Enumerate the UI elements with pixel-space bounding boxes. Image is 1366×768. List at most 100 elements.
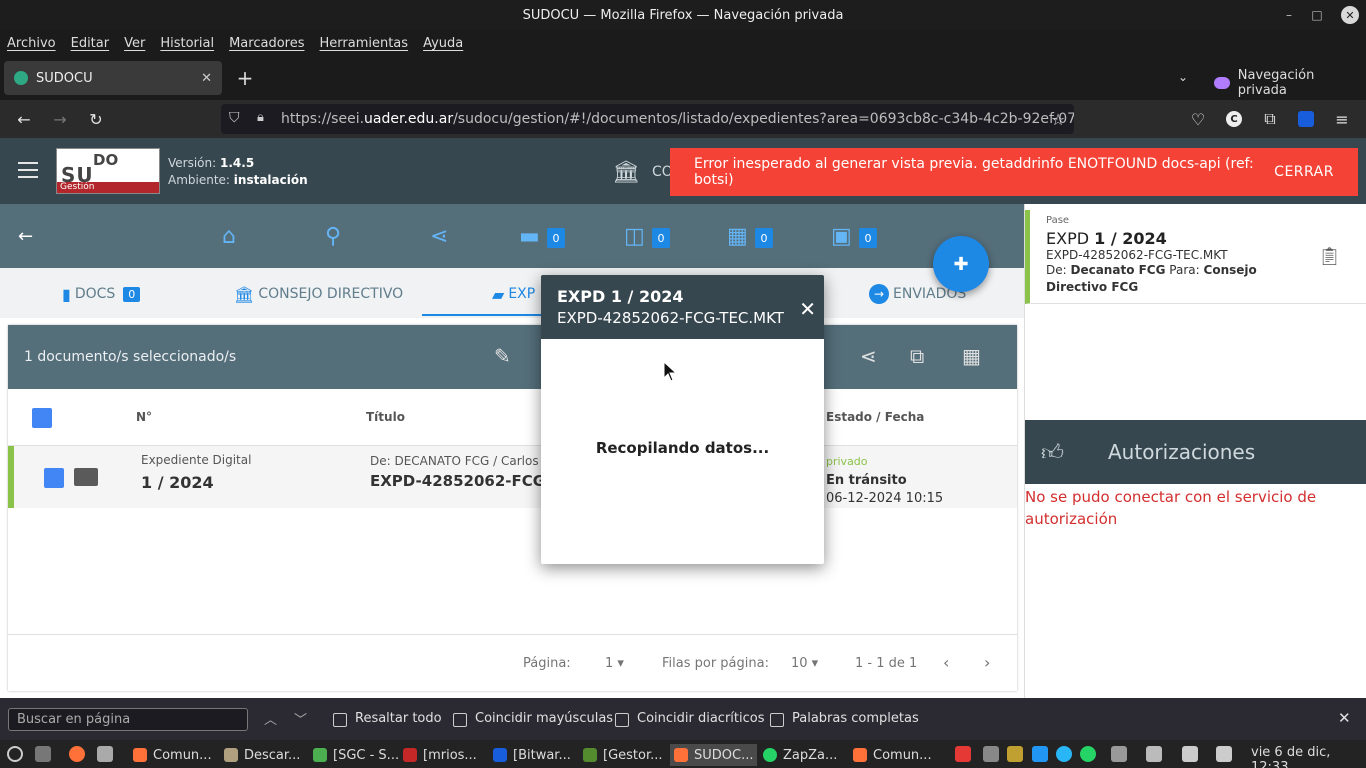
- show-desktop-icon[interactable]: [35, 746, 51, 762]
- menu-ver[interactable]: Ver: [124, 36, 145, 51]
- taskbar-item-descargas[interactable]: Descar...: [224, 744, 300, 766]
- menu-herramientas[interactable]: Herramientas: [320, 36, 409, 51]
- reload-icon[interactable]: ↻: [84, 107, 108, 131]
- taskbar-item-comun-1[interactable]: Comun...: [133, 744, 212, 766]
- search-icon[interactable]: ⚲: [325, 224, 341, 249]
- files-icon[interactable]: [97, 746, 113, 762]
- taskbar-item-sgc[interactable]: [SGC - S...: [313, 744, 399, 766]
- bookmark-star-icon[interactable]: ☆: [1046, 107, 1070, 131]
- menu-ayuda[interactable]: Ayuda: [423, 36, 463, 51]
- clipboard-tray-icon[interactable]: [1111, 746, 1127, 762]
- taskbar-item-bitwarden[interactable]: [Bitwar...: [493, 744, 571, 766]
- edit-icon[interactable]: ✎: [494, 344, 511, 368]
- share-icon[interactable]: ⋖: [860, 344, 877, 368]
- toast-close-button[interactable]: CERRAR: [1274, 164, 1334, 180]
- match-case-label[interactable]: Coincidir mayúsculas: [475, 711, 613, 726]
- close-tab-icon[interactable]: ✕: [201, 71, 212, 86]
- highlight-all-label[interactable]: Resaltar todo: [355, 711, 442, 726]
- table-row[interactable]: Expediente Digital 1 / 2024 De: DECANATO…: [8, 446, 1017, 508]
- boxes-icon[interactable]: ▦: [962, 344, 981, 368]
- match-case-checkbox[interactable]: [453, 713, 467, 727]
- pase-route: De: Decanato FCG Para: Consejo Directivo…: [1046, 262, 1266, 296]
- maximize-button[interactable]: □: [1304, 0, 1330, 30]
- rows-value: 10: [791, 656, 808, 671]
- firefox-icon[interactable]: [69, 746, 85, 762]
- forward-arrow-icon[interactable]: →: [48, 107, 72, 131]
- menu-marcadores[interactable]: Marcadores: [229, 36, 304, 51]
- match-diacritics-label[interactable]: Coincidir diacríticos: [637, 711, 765, 726]
- calendar-icon[interactable]: [1032, 746, 1048, 762]
- pocket-icon[interactable]: ♡: [1186, 107, 1210, 131]
- archive-icon[interactable]: ▬: [519, 224, 540, 249]
- sync-icon[interactable]: [1056, 746, 1072, 762]
- taskbar-item-comun-2[interactable]: Comun...: [853, 744, 932, 766]
- active-tab-indicator: [422, 314, 560, 316]
- menu-historial[interactable]: Historial: [160, 36, 214, 51]
- monitor-icon[interactable]: [1007, 746, 1023, 762]
- browser-tab-sudocu[interactable]: SUDOCU ✕: [4, 61, 222, 95]
- taskbar-item-gestor[interactable]: [Gestor...: [583, 744, 663, 766]
- back-arrow-icon[interactable]: ←: [12, 107, 36, 131]
- taskbar-item-zapzap[interactable]: ZapZa...: [763, 744, 837, 766]
- find-previous-icon[interactable]: ︿: [264, 709, 277, 728]
- error-message: Error inesperado al generar vista previa…: [694, 156, 1254, 188]
- row-code[interactable]: EXPD-42852062-FCG-T: [370, 472, 559, 490]
- bluetooth-icon[interactable]: [983, 746, 999, 762]
- menu-editar[interactable]: Editar: [71, 36, 110, 51]
- share-icon[interactable]: ⋖: [430, 224, 448, 249]
- tab-list-chevron-icon[interactable]: ⌄: [1178, 70, 1188, 84]
- tab-docs[interactable]: ▮ DOCS 0: [62, 282, 141, 306]
- next-page-icon[interactable]: ›: [984, 653, 990, 672]
- boxes-icon[interactable]: ▦: [727, 224, 748, 249]
- clock[interactable]: vie 6 de dic, 12:33: [1251, 745, 1366, 768]
- extension-c-icon[interactable]: C: [1222, 107, 1246, 131]
- close-window-button[interactable]: ✕: [1341, 6, 1359, 24]
- new-document-fab-button[interactable]: ✚: [933, 236, 989, 292]
- version-info: Versión: 1.4.5 Ambiente: instalación: [168, 155, 308, 189]
- app-menu-icon[interactable]: ≡: [1330, 107, 1354, 131]
- hamburger-menu-icon[interactable]: [18, 162, 38, 178]
- page-select[interactable]: 1 ▾: [605, 656, 624, 671]
- highlight-all-checkbox[interactable]: [333, 713, 347, 727]
- system-menu-icon[interactable]: [7, 746, 23, 762]
- shield-tray-icon[interactable]: [1146, 746, 1162, 762]
- archive-count-badge: 0: [547, 228, 565, 248]
- url-bar[interactable]: ⛉ 🔒︎ https://seei. uader.edu.ar/sudocu/ge…: [221, 104, 1074, 134]
- workflow-icon[interactable]: ⧉: [910, 344, 924, 368]
- open-box-icon[interactable]: ◫: [624, 224, 645, 249]
- tab-expedientes[interactable]: ▰ EXP: [492, 282, 535, 306]
- package-icon[interactable]: ▣: [831, 224, 852, 249]
- open-box-count-badge: 0: [652, 228, 670, 248]
- shield-icon[interactable]: ⛉: [229, 110, 240, 126]
- volume-icon[interactable]: [1216, 746, 1232, 762]
- whole-words-label[interactable]: Palabras completas: [792, 711, 919, 726]
- minimize-button[interactable]: –: [1276, 0, 1302, 30]
- find-bar: Buscar en página ︿ ﹀ Resaltar todo Coinc…: [0, 698, 1366, 740]
- lock-icon[interactable]: 🔒︎: [257, 110, 264, 125]
- whatsapp-tray-icon[interactable]: [1080, 746, 1096, 762]
- back-arrow-icon[interactable]: ←: [18, 226, 33, 247]
- select-all-checkbox[interactable]: [32, 408, 52, 428]
- modal-close-icon[interactable]: ✕: [799, 297, 816, 321]
- anydesk-icon[interactable]: [955, 746, 971, 762]
- find-next-icon[interactable]: ﹀: [294, 709, 307, 728]
- taskbar-item-sudocu[interactable]: SUDOC...: [670, 744, 758, 766]
- tab-consejo-directivo[interactable]: 🏛︎ CONSEJO DIRECTIVO: [234, 282, 403, 306]
- close-find-bar-icon[interactable]: ✕: [1338, 709, 1351, 727]
- row-checkbox[interactable]: [44, 468, 64, 488]
- network-icon[interactable]: [1182, 746, 1198, 762]
- find-input[interactable]: Buscar en página: [8, 708, 248, 731]
- extensions-puzzle-icon[interactable]: ⧉: [1258, 107, 1282, 131]
- taskbar-item-mrios[interactable]: [mrios...: [403, 744, 477, 766]
- tab-docs-count: 0: [123, 286, 141, 302]
- new-tab-button[interactable]: +: [233, 66, 257, 90]
- clipboard-icon[interactable]: 📋︎: [1318, 246, 1341, 267]
- prev-page-icon[interactable]: ‹: [943, 653, 949, 672]
- menu-archivo[interactable]: Archivo: [7, 36, 56, 51]
- home-icon[interactable]: ⌂: [222, 224, 236, 249]
- match-diacritics-checkbox[interactable]: [615, 713, 629, 727]
- bitwarden-icon[interactable]: [1294, 107, 1318, 131]
- rows-per-page-select[interactable]: 10 ▾: [791, 656, 818, 671]
- error-toast: Error inesperado al generar vista previa…: [670, 148, 1358, 196]
- whole-words-checkbox[interactable]: [770, 713, 784, 727]
